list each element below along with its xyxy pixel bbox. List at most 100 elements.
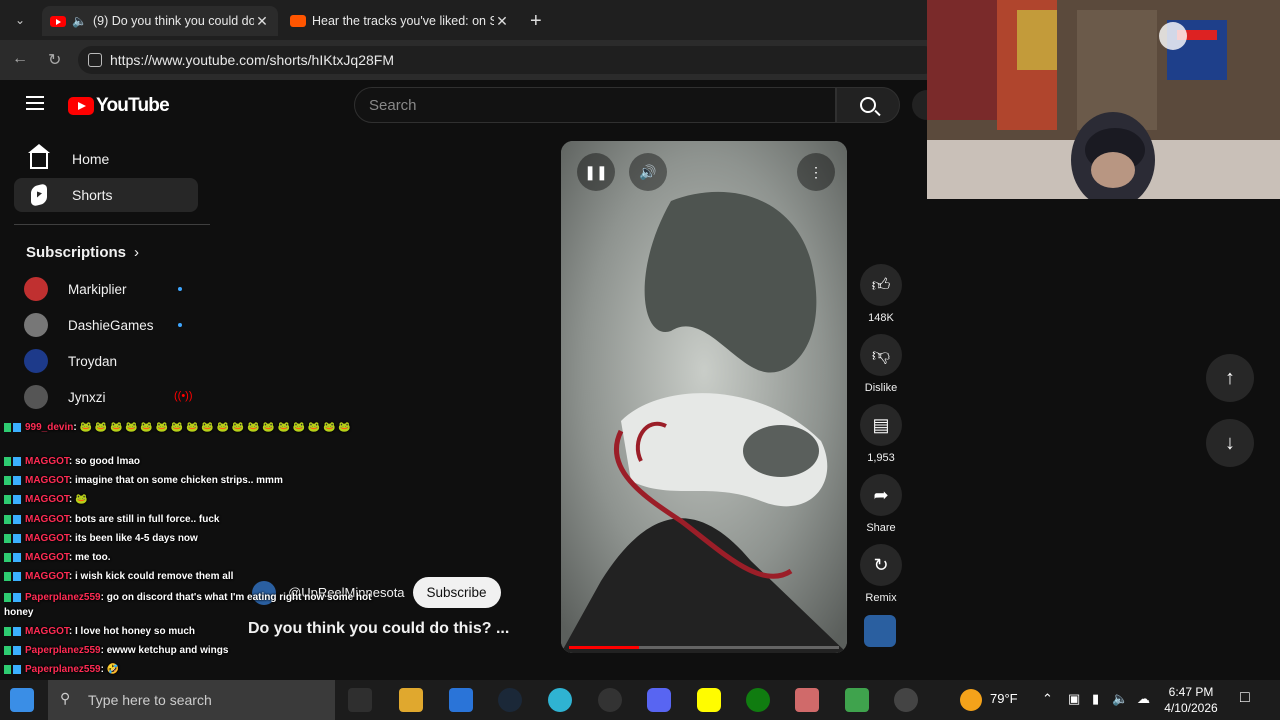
chat-text: : its been like 4-5 days now: [68, 533, 198, 544]
weather-icon[interactable]: [960, 689, 982, 711]
video-title[interactable]: Do you think you could do this? ...: [248, 620, 509, 638]
xbox-icon[interactable]: [746, 688, 770, 712]
chat-username[interactable]: MAGGOT: [25, 475, 69, 486]
menu-icon[interactable]: [26, 96, 44, 110]
previous-short-button[interactable]: ↑: [1206, 354, 1254, 402]
channel-name: Markiplier: [68, 281, 127, 297]
sub-badge-icon: [4, 514, 11, 524]
close-tab-icon[interactable]: ✕: [254, 13, 270, 30]
tab-youtube[interactable]: 🔈 (9) Do you think you could do this? ✕: [42, 6, 278, 36]
pause-icon[interactable]: ❚❚: [577, 153, 615, 191]
comments-button[interactable]: ▤ 1,953: [859, 404, 903, 464]
like-button[interactable]: 👍︎ 148K: [859, 264, 903, 324]
start-icon[interactable]: [10, 688, 34, 712]
remix-label: Remix: [865, 592, 897, 604]
chat-badge-icon: [13, 571, 21, 581]
chat-username[interactable]: Paperplanez559: [25, 592, 101, 603]
subscribe-button[interactable]: Subscribe: [412, 577, 501, 608]
volume-icon[interactable]: 🔊: [629, 153, 667, 191]
chat-badge-icon: [13, 422, 21, 432]
microsoft-store-icon[interactable]: [449, 688, 473, 712]
cloud-icon[interactable]: ☁: [1137, 691, 1150, 707]
sub-badge-icon: [4, 645, 11, 655]
app-icon[interactable]: [845, 688, 869, 712]
notifications-icon[interactable]: □: [1240, 689, 1250, 707]
new-content-dot: [178, 323, 182, 327]
obs-icon[interactable]: [598, 688, 622, 712]
app-icon[interactable]: [795, 688, 819, 712]
chat-username[interactable]: Paperplanez559: [25, 645, 101, 656]
avatar: [24, 277, 48, 301]
chat-username[interactable]: MAGGOT: [25, 456, 69, 467]
close-tab-icon[interactable]: ✕: [494, 13, 510, 30]
site-info-icon[interactable]: [88, 53, 102, 67]
volume-icon[interactable]: 🔈: [1112, 691, 1128, 707]
back-icon[interactable]: ←: [12, 50, 28, 68]
sub-badge-icon: [4, 664, 11, 674]
edge-icon[interactable]: [548, 688, 572, 712]
chat-username[interactable]: MAGGOT: [25, 626, 69, 637]
chat-message: MAGGOT: me too.: [4, 552, 111, 563]
chat-message: MAGGOT: I love hot honey so much: [4, 626, 195, 637]
audio-thumbnail[interactable]: [864, 615, 896, 647]
file-explorer-icon[interactable]: [399, 688, 423, 712]
chat-username[interactable]: 999_devin: [25, 422, 73, 433]
channel-item[interactable]: Jynxzi ((•)): [24, 382, 193, 412]
new-tab-icon[interactable]: +: [530, 10, 542, 33]
chat-username[interactable]: MAGGOT: [25, 514, 69, 525]
chat-text: : so good lmao: [68, 456, 140, 467]
task-view-icon[interactable]: [348, 688, 372, 712]
tab-soundcloud[interactable]: Hear the tracks you've liked: on SoundCl…: [282, 6, 518, 36]
remix-icon: ↻: [860, 544, 902, 586]
speaker-icon[interactable]: 🔈: [72, 14, 87, 28]
app-icon[interactable]: [894, 688, 918, 712]
meet-now-icon[interactable]: ▣: [1068, 691, 1080, 707]
weather-temp[interactable]: 79°F: [990, 691, 1018, 706]
chat-username[interactable]: MAGGOT: [25, 571, 69, 582]
search-input[interactable]: Search: [354, 87, 836, 123]
chevron-up-icon[interactable]: ⌃: [1042, 691, 1053, 707]
reload-icon[interactable]: ↻: [48, 50, 61, 70]
clock-date: 4/10/2026: [1164, 701, 1218, 715]
browser-tab-bar: ⌄ 🔈 (9) Do you think you could do this? …: [0, 0, 927, 40]
chat-username[interactable]: MAGGOT: [25, 552, 69, 563]
clock[interactable]: 6:47 PM 4/10/2026: [1160, 684, 1222, 716]
channel-item[interactable]: DashieGames: [24, 310, 182, 340]
snapchat-icon[interactable]: [697, 688, 721, 712]
webcam-feed: [927, 0, 1280, 199]
chat-text: : ewww ketchup and wings: [100, 645, 229, 656]
subscriptions-heading[interactable]: Subscriptions ›: [26, 244, 139, 261]
youtube-logo[interactable]: YouTube: [68, 95, 170, 117]
voice-search-icon[interactable]: [912, 90, 927, 120]
url-field[interactable]: https://www.youtube.com/shorts/hIKtxJq28…: [78, 46, 938, 74]
chat-message: MAGGOT: imagine that on some chicken str…: [4, 475, 283, 486]
sidebar-item-shorts[interactable]: Shorts: [14, 178, 198, 212]
tab-title: Hear the tracks you've liked: on SoundCl…: [312, 14, 494, 28]
chat-text: : me too.: [68, 552, 111, 563]
channel-item[interactable]: Troydan: [24, 346, 117, 376]
chat-username[interactable]: Paperplanez559: [25, 664, 101, 675]
usb-icon[interactable]: ▮: [1092, 691, 1099, 707]
channel-item[interactable]: Markiplier: [24, 274, 182, 304]
discord-icon[interactable]: [647, 688, 671, 712]
avatar: [24, 385, 48, 409]
dislike-button[interactable]: 👎︎ Dislike: [859, 334, 903, 394]
more-options-icon[interactable]: ⋮: [797, 153, 835, 191]
arrow-down-icon: ↓: [1225, 431, 1235, 454]
remix-button[interactable]: ↻ Remix: [859, 544, 903, 604]
chat-username[interactable]: MAGGOT: [25, 494, 69, 505]
chevron-right-icon: ›: [134, 244, 140, 261]
steam-icon[interactable]: [498, 688, 522, 712]
sidebar-item-label: Home: [72, 151, 110, 167]
next-short-button[interactable]: ↓: [1206, 419, 1254, 467]
sidebar-item-home[interactable]: Home: [14, 142, 198, 176]
search-button[interactable]: [836, 87, 900, 123]
share-button[interactable]: ➦ Share: [859, 474, 903, 534]
shorts-video-player[interactable]: ❚❚ 🔊 ⋮: [561, 141, 847, 653]
shorts-icon: [31, 182, 47, 208]
progress-bar[interactable]: [569, 646, 839, 649]
sub-badge-icon: [4, 475, 11, 485]
tab-list-button[interactable]: ⌄: [8, 8, 32, 32]
chat-username[interactable]: MAGGOT: [25, 533, 69, 544]
taskbar-search-input[interactable]: ⚲ Type here to search: [48, 680, 335, 720]
